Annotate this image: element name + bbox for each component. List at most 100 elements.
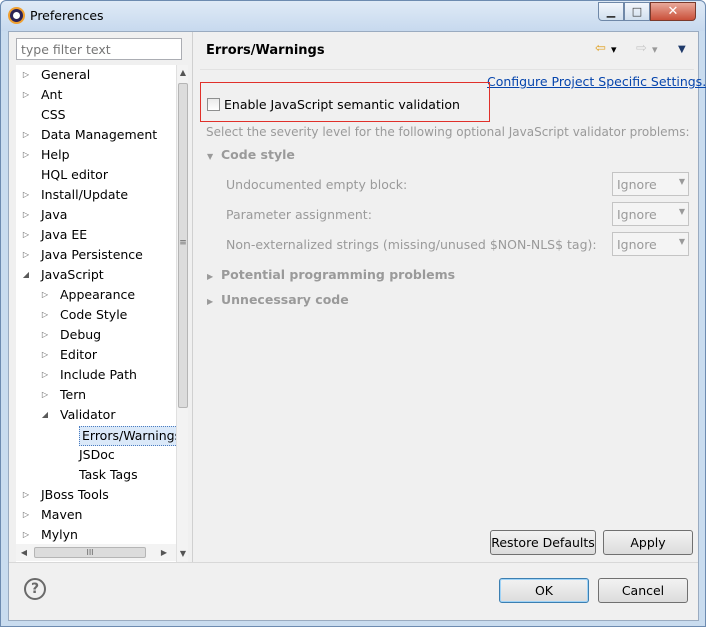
grip-icon: ≡ [179,238,187,248]
eclipse-app-icon [8,7,25,24]
back-arrow-icon[interactable]: ⇦ [595,41,606,56]
tree-item[interactable]: ◢ JavaScript [16,265,176,285]
tree-item[interactable]: ▷ Java Persistence [16,245,176,265]
dropdown-arrow-icon: ▼ [678,237,685,246]
tree-item-label: General [41,67,91,82]
tree-horizontal-scrollbar[interactable]: ◀ III ▶ [16,544,176,561]
section-code-style[interactable]: ▼ Code style [207,147,295,162]
tree-item[interactable]: ▷ Appearance [16,285,176,305]
collapsed-arrow-icon[interactable]: ▷ [21,85,31,105]
collapsed-arrow-icon[interactable]: ▷ [40,305,50,325]
collapsed-arrow-icon[interactable]: ▷ [21,125,31,145]
tree-item[interactable]: ▷ Maven [16,505,176,525]
tree-item[interactable]: ▷ General [16,65,176,85]
ok-button[interactable]: OK [499,578,589,603]
footer-separator [9,562,698,563]
apply-button[interactable]: Apply [603,530,693,555]
collapsed-arrow-icon[interactable]: ▷ [21,145,31,165]
non-externalized-strings-select[interactable]: Ignore ▼ [612,232,689,256]
tree-item[interactable]: ▷ Java EE [16,225,176,245]
section-unnecessary-code[interactable]: ▶ Unnecessary code [207,292,349,307]
configure-project-settings-link[interactable]: Configure Project Specific Settings... [487,74,706,89]
collapsed-arrow-icon[interactable]: ▷ [21,205,31,225]
cancel-button[interactable]: Cancel [598,578,688,603]
section-label: Unnecessary code [221,292,349,307]
close-button[interactable]: ✕ [650,2,696,21]
parameter-assignment-select[interactable]: Ignore ▼ [612,202,689,226]
forward-arrow-icon[interactable]: ⇨ [636,41,647,56]
tree-item[interactable]: ▷ Tern [16,385,176,405]
tree-vertical-scroll-thumb[interactable]: ≡ [178,83,188,408]
tree-item[interactable]: HQL editor [16,165,176,185]
expanded-arrow-icon[interactable]: ◢ [21,265,31,285]
back-menu-icon[interactable]: ▾ [611,43,617,56]
enable-validation-label[interactable]: Enable JavaScript semantic validation [224,97,460,112]
tree-item-label: JavaScript [41,267,104,282]
tree-item-label: Appearance [60,287,136,302]
help-icon[interactable]: ? [24,578,46,600]
tree-horizontal-scroll-thumb[interactable]: III [34,547,146,558]
tree-item[interactable]: ▷ Editor [16,345,176,365]
tree-item-label: Install/Update [41,187,129,202]
dropdown-arrow-icon: ▼ [678,177,685,186]
maximize-button[interactable]: □ [624,2,650,21]
undocumented-empty-block-select[interactable]: Ignore ▼ [612,172,689,196]
tree-item-label: Ant [41,87,63,102]
tree-item[interactable]: ▷ Data Management [16,125,176,145]
pane-divider[interactable] [192,32,193,562]
collapsed-arrow-icon[interactable]: ▷ [21,185,31,205]
collapsed-arrow-icon[interactable]: ▷ [21,65,31,85]
expanded-arrow-icon: ▼ [207,152,214,161]
collapsed-arrow-icon[interactable]: ▷ [40,385,50,405]
scroll-down-arrow-icon[interactable]: ▼ [177,549,189,558]
tree-item-label: Java Persistence [41,247,143,262]
tree-item[interactable]: ▷ Include Path [16,365,176,385]
forward-menu-icon[interactable]: ▾ [652,43,658,56]
scroll-left-arrow-icon[interactable]: ◀ [18,548,30,557]
tree-item-label: Tern [60,387,87,402]
collapsed-arrow-icon[interactable]: ▷ [21,505,31,525]
collapsed-arrow-icon: ▶ [207,272,214,281]
select-value: Ignore [617,207,657,222]
tree-item[interactable]: ▷ Code Style [16,305,176,325]
collapsed-arrow-icon[interactable]: ▷ [40,325,50,345]
tree-item[interactable]: JSDoc [16,445,176,465]
scroll-up-arrow-icon[interactable]: ▲ [177,68,189,77]
restore-defaults-button[interactable]: Restore Defaults [490,530,596,555]
minimize-button[interactable]: ▁ [598,2,624,21]
enable-validation-checkbox-row[interactable]: Enable JavaScript semantic validation [207,96,460,112]
tree-item-label: Validator [60,407,116,422]
tree-item[interactable]: ▷ Ant [16,85,176,105]
collapsed-arrow-icon[interactable]: ▷ [21,225,31,245]
collapsed-arrow-icon[interactable]: ▷ [21,485,31,505]
dropdown-arrow-icon: ▼ [678,207,685,216]
collapsed-arrow-icon[interactable]: ▷ [21,525,31,545]
section-potential-programming-problems[interactable]: ▶ Potential programming problems [207,267,455,282]
view-menu-icon[interactable]: ▼ [678,44,686,55]
tree-vertical-scrollbar[interactable]: ▲ ≡ ▼ [176,65,188,562]
tree-item[interactable]: ▷ Java [16,205,176,225]
tree-item[interactable]: ◢ Validator [16,405,176,425]
expanded-arrow-icon[interactable]: ◢ [40,405,50,425]
tree-item-label: Data Management [41,127,158,142]
tree-item-label: Editor [60,347,97,362]
dialog-client-area: ▷ General ▷ Ant CSS ▷ Data Management ▷ Help HQL … [8,31,706,621]
tree-item[interactable]: Task Tags [16,465,176,485]
filter-input[interactable] [16,38,182,60]
tree-item[interactable]: ▷ Install/Update [16,185,176,205]
collapsed-arrow-icon[interactable]: ▷ [21,245,31,265]
scroll-right-arrow-icon[interactable]: ▶ [158,548,170,557]
select-value: Ignore [617,177,657,192]
tree-item[interactable]: ▷ Mylyn [16,525,176,545]
title-bar[interactable]: Preferences ▁ □ ✕ [1,1,705,31]
collapsed-arrow-icon[interactable]: ▷ [40,345,50,365]
enable-validation-checkbox[interactable] [207,97,220,111]
tree-item-label: Java EE [41,227,88,242]
tree-item[interactable]: CSS [16,105,176,125]
tree-item[interactable]: ▷ Help [16,145,176,165]
collapsed-arrow-icon[interactable]: ▷ [40,365,50,385]
tree-item[interactable]: Errors/Warnings [16,425,182,446]
tree-item[interactable]: ▷ Debug [16,325,176,345]
tree-item[interactable]: ▷ JBoss Tools [16,485,176,505]
collapsed-arrow-icon[interactable]: ▷ [40,285,50,305]
